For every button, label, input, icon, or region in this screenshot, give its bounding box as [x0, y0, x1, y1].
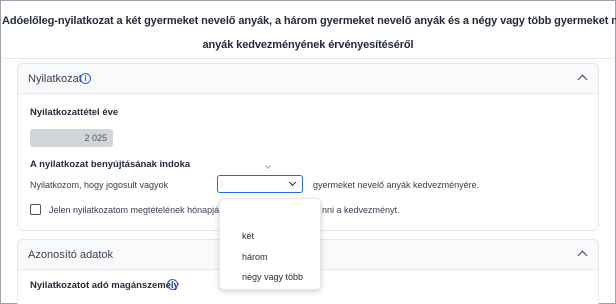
nyilatkozat-section-title: Nyilatkozat	[28, 73, 82, 85]
reason-prefix-text: Nyilatkozom, hogy jogosult vagyok	[30, 180, 169, 190]
page-title-line-2: anyák kedvezményének érvényesítéséről	[202, 39, 414, 51]
dropdown-option-ket[interactable]: két	[242, 231, 254, 241]
chevron-up-icon[interactable]	[577, 74, 588, 85]
chevron-down-icon	[288, 178, 297, 187]
azonosito-section-title: Azonosító adatok	[28, 249, 114, 261]
info-icon[interactable]: i	[167, 279, 178, 290]
person-label: Nyilatkozatot adó magánszemély	[30, 280, 179, 291]
page-header: Adóelőleg-nyilatkozat a két gyermeket ne…	[2, 2, 616, 59]
child-count-dropdown: két három négy vagy több	[219, 198, 321, 290]
dropdown-option-harom[interactable]: három	[242, 252, 268, 262]
child-count-select[interactable]	[217, 175, 303, 193]
reason-suffix-text: gyermeket nevelő anyák kedvezményére.	[313, 180, 480, 190]
checkbox-label-right: nni a kedvezményt.	[322, 205, 400, 215]
page-title-line-1: Adóelőleg-nyilatkozat a két gyermeket ne…	[2, 15, 616, 27]
reason-label: A nyilatkozat benyújtásának indoka	[30, 159, 191, 170]
nyilatkozat-panel-header[interactable]: Nyilatkozat i	[18, 64, 598, 94]
month-checkbox[interactable]	[30, 204, 41, 215]
info-icon[interactable]: i	[80, 73, 91, 84]
dropdown-option-negy-vagy-tobb[interactable]: négy vagy több	[242, 272, 303, 282]
chevron-up-icon[interactable]	[577, 250, 588, 261]
year-label: Nyilatkozattétel éve	[30, 107, 119, 118]
checkbox-label-left: Jelen nyilatkozatom megtételének hónapjá…	[49, 205, 227, 215]
year-field: 2 025	[30, 129, 113, 147]
window-frame: Adóelőleg-nyilatkozat a két gyermeket ne…	[0, 0, 616, 304]
